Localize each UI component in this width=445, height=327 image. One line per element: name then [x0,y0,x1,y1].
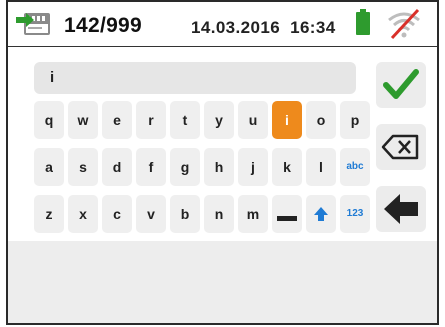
confirm-button[interactable] [376,62,426,108]
key-x[interactable]: x [68,195,98,233]
sd-card-arrow-icon [16,13,50,35]
space-key[interactable] [272,195,302,233]
shift-arrow-icon [314,207,328,221]
key-d[interactable]: d [102,148,132,186]
record-counter: 142/999 [64,14,143,37]
key-k[interactable]: k [272,148,302,186]
battery-full-icon [356,9,370,35]
date-time: 14.03.2016 16:34 [191,18,336,38]
key-t[interactable]: t [170,101,200,139]
key-o[interactable]: o [306,101,336,139]
text-input[interactable]: i [34,62,356,94]
time: 16:34 [290,18,336,37]
key-s[interactable]: s [68,148,98,186]
back-arrow-icon [384,194,418,224]
key-e[interactable]: e [102,101,132,139]
key-w[interactable]: w [68,101,98,139]
letters-mode-key[interactable]: abc [340,148,370,186]
key-c[interactable]: c [102,195,132,233]
space-bar-icon [277,216,297,221]
bottom-area [8,241,437,323]
key-g[interactable]: g [170,148,200,186]
backspace-button[interactable] [376,124,426,170]
key-u[interactable]: u [238,101,268,139]
key-v[interactable]: v [136,195,166,233]
key-n[interactable]: n [204,195,234,233]
key-z[interactable]: z [34,195,64,233]
back-button[interactable] [376,186,426,232]
numbers-mode-key[interactable]: 123 [340,195,370,233]
key-b[interactable]: b [170,195,200,233]
key-i-active[interactable]: i [272,101,302,139]
shift-key[interactable] [306,195,336,233]
status-bar: 142/999 14.03.2016 16:34 [6,0,439,46]
check-icon [383,69,419,99]
key-a[interactable]: a [34,148,64,186]
date: 14.03.2016 [191,18,281,37]
key-f[interactable]: f [136,148,166,186]
key-j[interactable]: j [238,148,268,186]
backspace-icon [381,134,419,160]
key-r[interactable]: r [136,101,166,139]
wifi-off-icon [388,8,420,40]
key-q[interactable]: q [34,101,64,139]
key-m[interactable]: m [238,195,268,233]
key-p[interactable]: p [340,101,370,139]
key-l[interactable]: l [306,148,336,186]
key-h[interactable]: h [204,148,234,186]
key-y[interactable]: y [204,101,234,139]
